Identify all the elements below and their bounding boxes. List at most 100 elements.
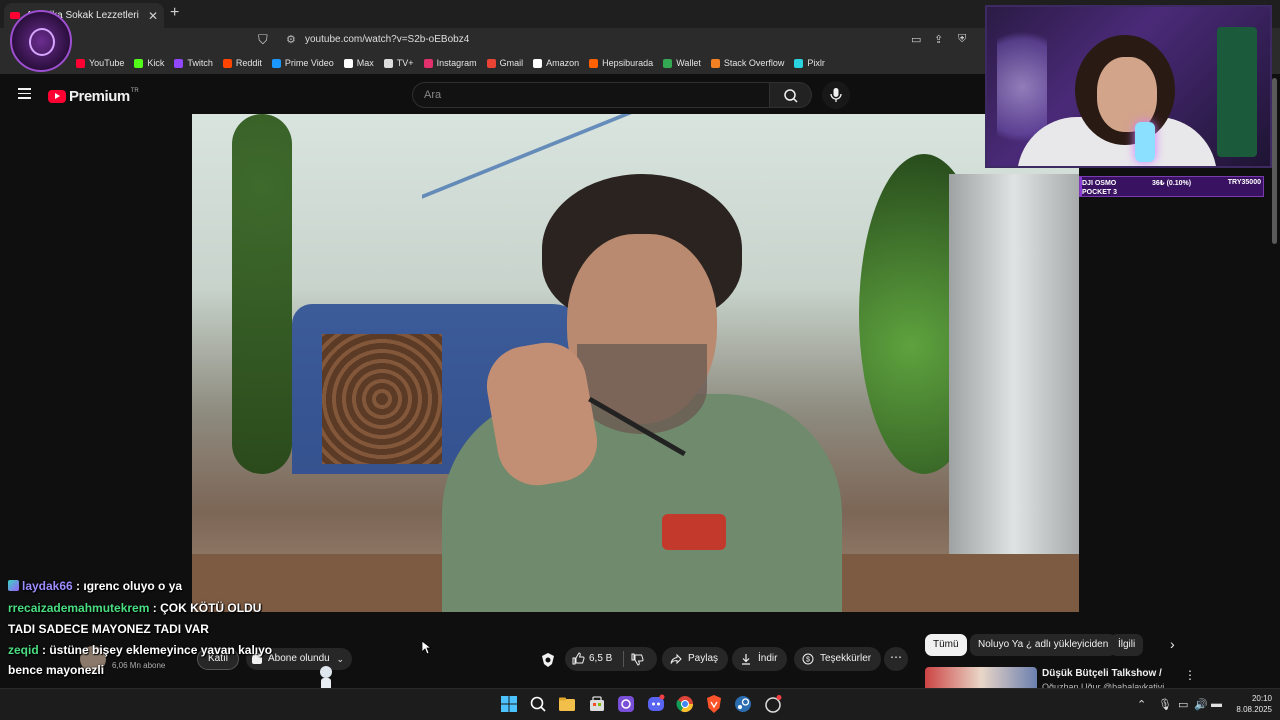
chat-message: TADI SADECE MAYONEZ TADI VAR	[8, 621, 209, 638]
bookmark-icon[interactable]: ⛉	[258, 32, 268, 48]
shirt-logo	[662, 514, 726, 550]
voice-search-button[interactable]	[822, 81, 850, 109]
tray-volume-icon[interactable]: 🔊	[1194, 698, 1208, 711]
bookmark-label: Max	[356, 58, 374, 68]
tray-expand-icon[interactable]: ⌃	[1137, 698, 1146, 711]
cast-icon[interactable]: ▭	[911, 33, 921, 46]
new-tab-button[interactable]: +	[170, 4, 179, 22]
bookmark-label: Kick	[147, 58, 165, 68]
bookmark-label: Twitch	[187, 58, 213, 68]
search-button[interactable]	[770, 82, 812, 108]
bookmark-label: Instagram	[436, 58, 477, 68]
bookmark-stack-overflow[interactable]: Stack Overflow	[710, 58, 785, 68]
bookmark-pixlr[interactable]: Pixlr	[794, 58, 825, 68]
bookmark-favicon-icon	[794, 58, 804, 68]
chat-text: : ıgrenc oluyo o ya	[72, 579, 183, 593]
goal-target-text: TRY35000	[1227, 179, 1261, 186]
recording-app-icon[interactable]	[763, 694, 783, 714]
bookmark-hepsiburada[interactable]: Hepsiburada	[589, 58, 653, 68]
share-page-icon[interactable]: ⇪	[934, 33, 943, 46]
more-actions-button[interactable]: ⋯	[884, 647, 908, 671]
tray-microphone-icon[interactable]: 🎙	[1158, 698, 1172, 711]
download-label: İndir	[758, 653, 778, 664]
tab-close-icon[interactable]: ✕	[148, 9, 158, 23]
bookmark-gmail[interactable]: Gmail	[486, 58, 523, 68]
recommended-title[interactable]: Düşük Bütçeli Talkshow /	[1042, 668, 1162, 679]
bookmark-wallet[interactable]: Wallet	[663, 58, 701, 68]
tray-battery-icon[interactable]: ▬	[1211, 698, 1222, 710]
url-field[interactable]: youtube.com/watch?v=S2b-oEBobz4	[305, 34, 469, 45]
bookmark-favicon-icon	[343, 58, 353, 68]
chip-1[interactable]: Noluyo Ya ¿ adlı yükleyiciden	[970, 634, 1117, 656]
brave-rewards-icon[interactable]	[540, 652, 556, 668]
logo-text: Premium	[69, 88, 130, 105]
steam-like-icon[interactable]	[733, 694, 753, 714]
host-beard	[577, 344, 707, 434]
video-ivy-column	[232, 114, 292, 474]
download-icon	[742, 654, 750, 665]
goal-name: DJI OSMO POCKET 3	[1082, 179, 1117, 197]
bookmark-instagram[interactable]: Instagram	[423, 58, 477, 68]
thanks-label: Teşekkürler	[820, 653, 872, 664]
windows-taskbar	[0, 688, 1280, 720]
tray-network-icon[interactable]: ▭	[1178, 698, 1188, 711]
bookmark-favicon-icon	[486, 58, 496, 68]
windows-start-icon[interactable]	[499, 694, 519, 714]
donation-goal-bar: DJI OSMO POCKET 3 36₺ (0.10%) TRY35000	[1079, 176, 1264, 197]
thumbs-up-icon[interactable]	[572, 652, 585, 665]
chat-text: TADI SADECE MAYONEZ TADI VAR	[8, 622, 209, 636]
chevron-right-icon[interactable]: ›	[1170, 636, 1175, 652]
menu-hamburger-icon[interactable]	[18, 88, 31, 99]
bookmark-label: Wallet	[676, 58, 701, 68]
recommended-more-icon[interactable]: ⋮	[1184, 668, 1196, 682]
bookmark-favicon-icon	[76, 58, 85, 68]
bookmark-amazon[interactable]: Amazon	[533, 58, 579, 68]
bookmark-label: Stack Overflow	[723, 58, 785, 68]
store-icon[interactable]	[587, 694, 607, 714]
bookmark-reddit[interactable]: Reddit	[222, 58, 262, 68]
bookmark-prime-video[interactable]: Prime Video	[271, 58, 334, 68]
thumbs-down-icon[interactable]	[631, 653, 644, 666]
purple-app-icon[interactable]	[616, 694, 636, 714]
bookmark-favicon-icon	[222, 58, 232, 68]
bookmark-favicon-icon	[134, 58, 144, 68]
discord-icon[interactable]	[646, 694, 666, 714]
chip-2[interactable]: İlgili	[1110, 634, 1144, 656]
bookmark-favicon-icon	[271, 58, 281, 68]
page-scrollbar[interactable]	[1272, 78, 1277, 244]
thanks-button[interactable]: $ Teşekkürler	[794, 647, 882, 671]
share-label: Paylaş	[688, 653, 719, 664]
video-host	[402, 174, 852, 612]
cam-banner	[1217, 27, 1257, 157]
bookmark-kick[interactable]: Kick	[134, 58, 164, 68]
youtube-premium-logo[interactable]: Premium TR	[48, 88, 139, 105]
download-button[interactable]: İndir	[732, 647, 788, 671]
bookmark-label: Reddit	[235, 58, 262, 68]
site-info-icon[interactable]: ⚙	[286, 33, 296, 46]
bookmark-tv-[interactable]: TV+	[383, 58, 414, 68]
like-count[interactable]: 6,5 B	[589, 653, 612, 664]
taskbar-search-icon[interactable]	[528, 694, 548, 714]
video-player[interactable]	[192, 114, 1079, 612]
subscribed-label: Abone olundu	[268, 653, 330, 664]
youtube-play-logo-icon	[48, 90, 66, 103]
mouse-cursor-icon	[422, 641, 432, 655]
bookmark-youtube[interactable]: YouTube	[76, 58, 124, 68]
chat-message: bence mayonezli	[8, 662, 104, 679]
bookmark-max[interactable]: Max	[343, 58, 374, 68]
video-patio-heater	[949, 174, 1079, 612]
bookmark-twitch[interactable]: Twitch	[174, 58, 213, 68]
brave-shield-icon[interactable]: ⛨	[958, 33, 966, 46]
chip-0[interactable]: Tümü	[925, 634, 967, 656]
search-input[interactable]: Ara	[412, 82, 770, 108]
chrome-icon[interactable]	[675, 694, 695, 714]
svg-text:$: $	[806, 657, 810, 664]
like-separator	[623, 651, 624, 667]
like-dislike-group: 6,5 B	[565, 647, 657, 671]
share-button[interactable]: Paylaş	[662, 647, 729, 671]
recommended-thumbnail[interactable]	[925, 667, 1037, 689]
streamer-logo-avatar	[10, 10, 72, 72]
taskbar-clock[interactable]: 20:10 8.08.2025	[1228, 693, 1272, 715]
file-explorer-icon[interactable]	[557, 694, 577, 714]
brave-browser-icon[interactable]	[704, 694, 724, 714]
